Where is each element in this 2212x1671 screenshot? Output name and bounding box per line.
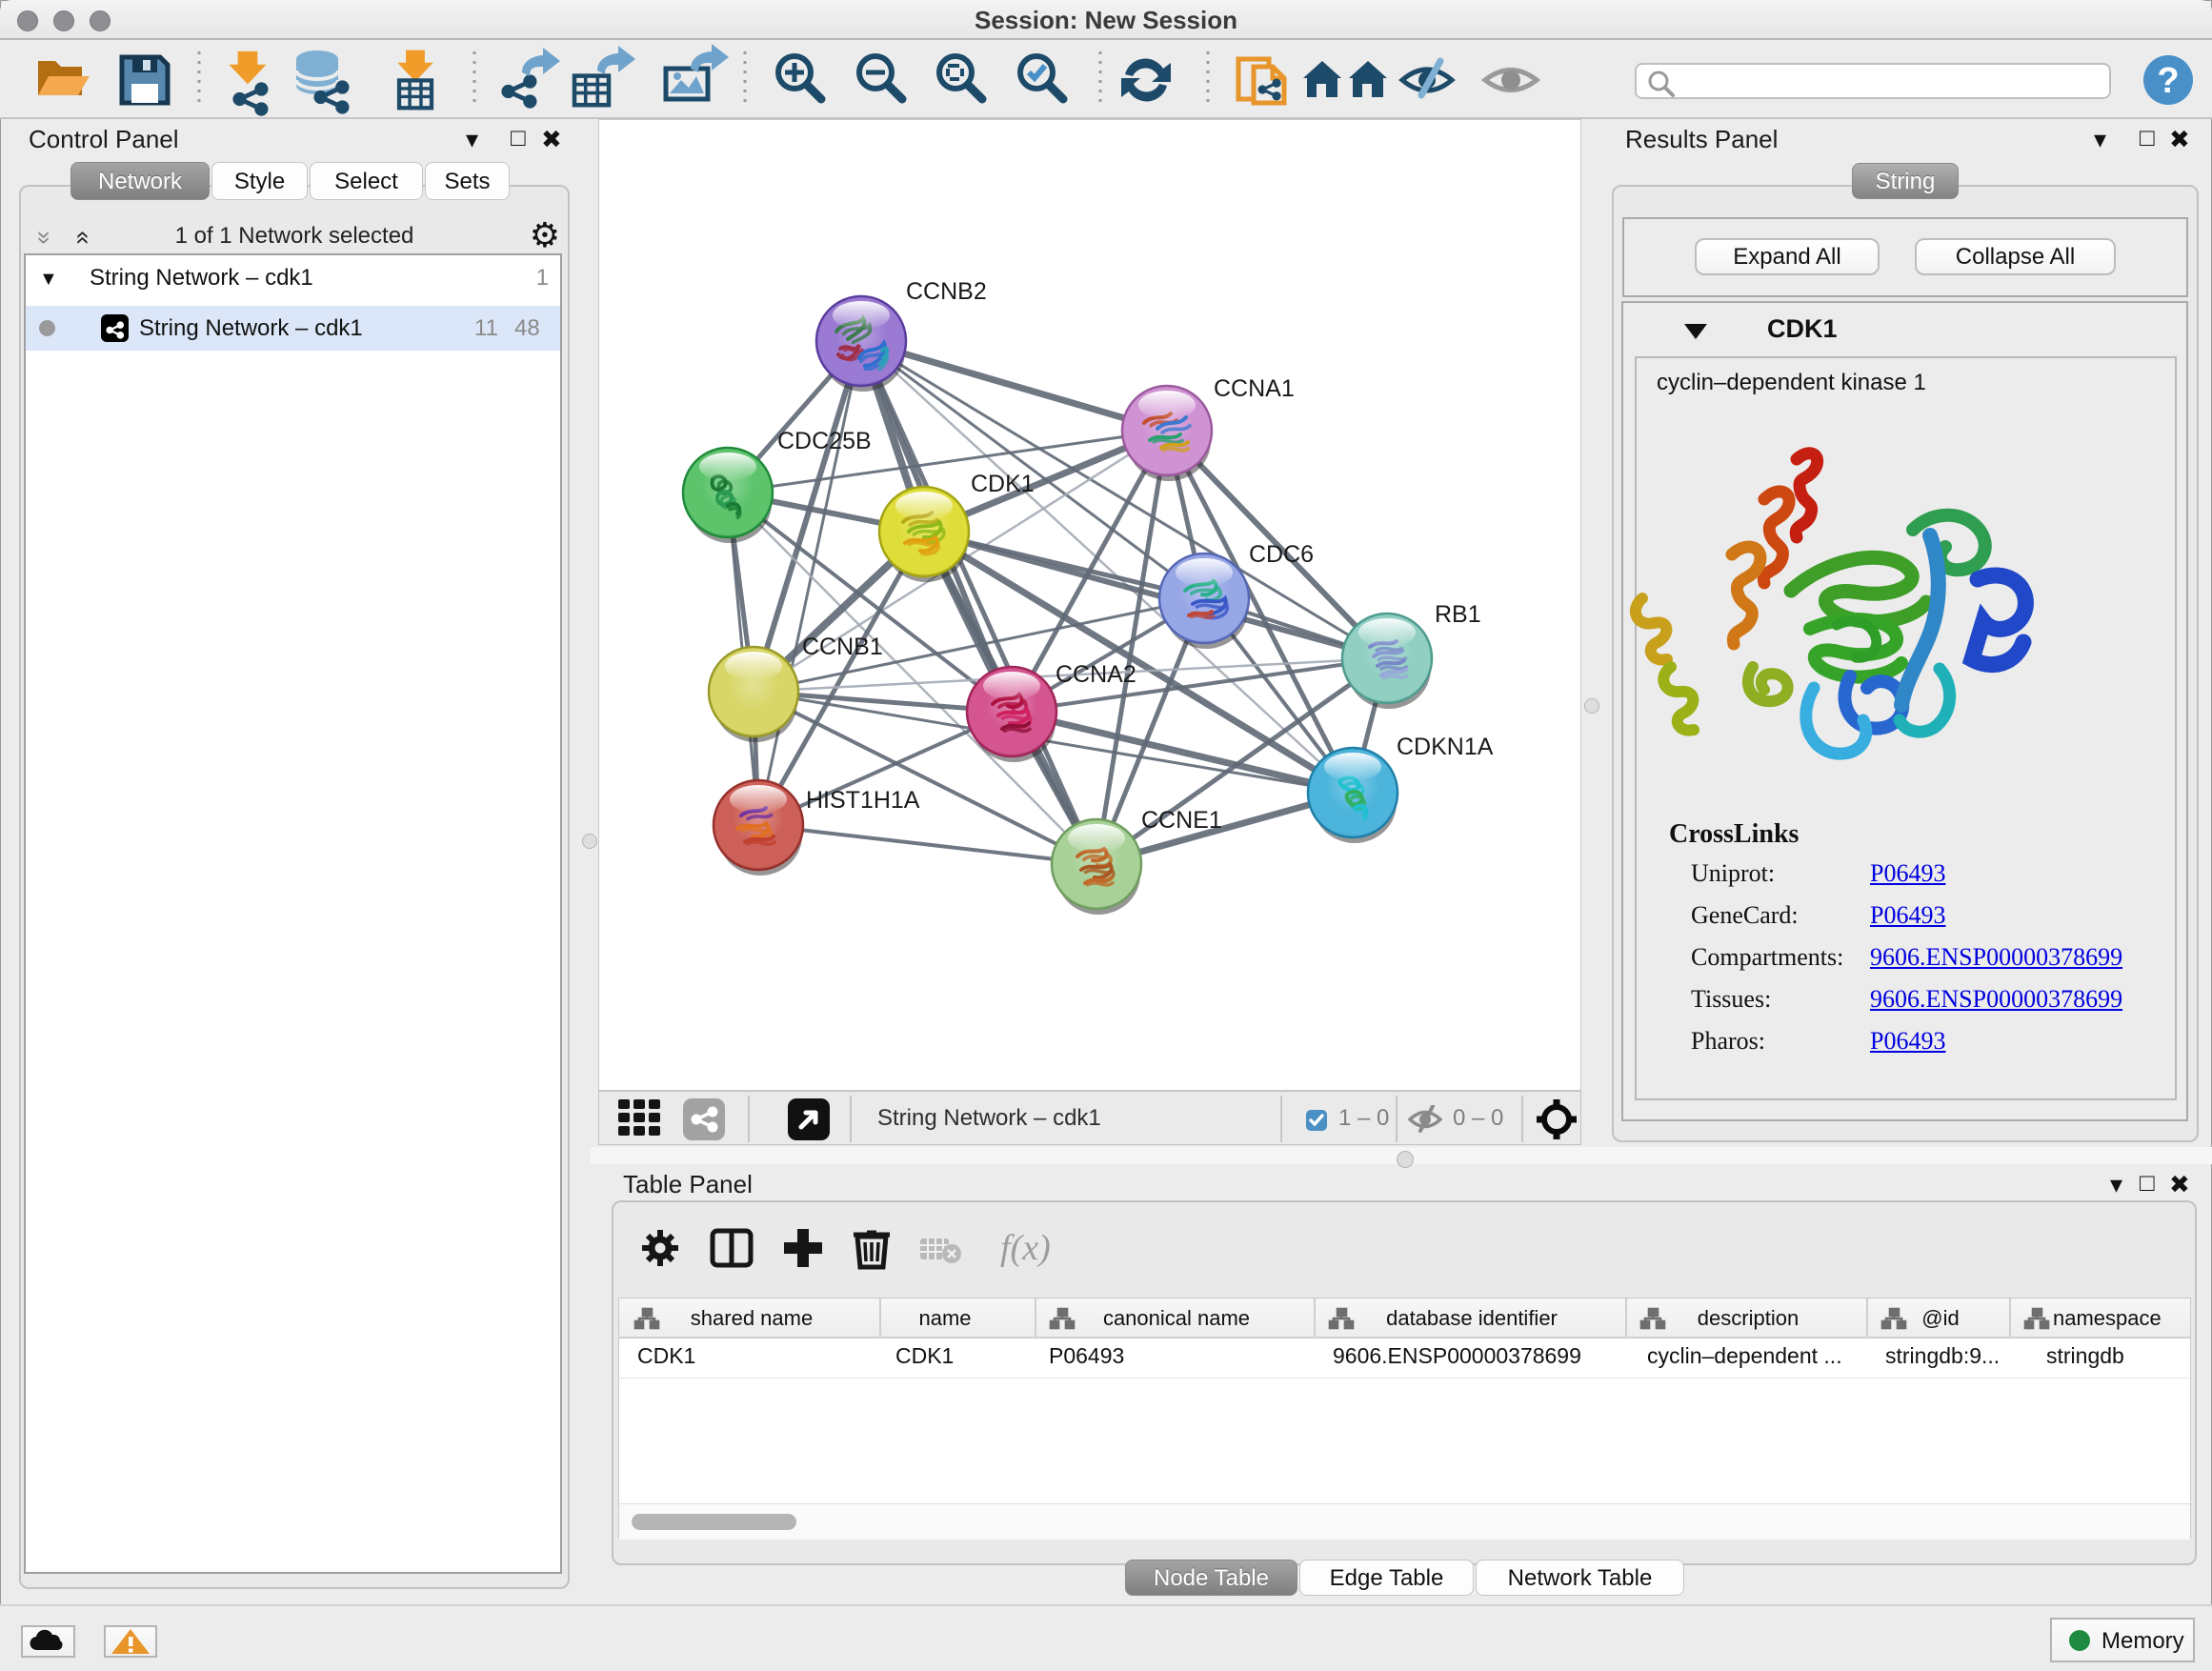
svg-text:CDKN1A: CDKN1A [1397,734,1494,760]
svg-text:RB1: RB1 [1435,601,1481,628]
svg-text:f(x): f(x) [1000,1228,1051,1268]
svg-text:?: ? [2157,61,2179,101]
svg-text:CDC25B: CDC25B [777,428,872,454]
svg-text:CCNB1: CCNB1 [802,634,883,660]
svg-text:CDK1: CDK1 [971,471,1035,497]
svg-text:CCNA1: CCNA1 [1214,375,1295,402]
svg-text:CCNB2: CCNB2 [906,278,987,305]
svg-text:CCNE1: CCNE1 [1141,807,1222,834]
svg-text:CDC6: CDC6 [1249,541,1314,568]
svg-text:HIST1H1A: HIST1H1A [806,787,920,814]
svg-text:CCNA2: CCNA2 [1056,661,1136,688]
